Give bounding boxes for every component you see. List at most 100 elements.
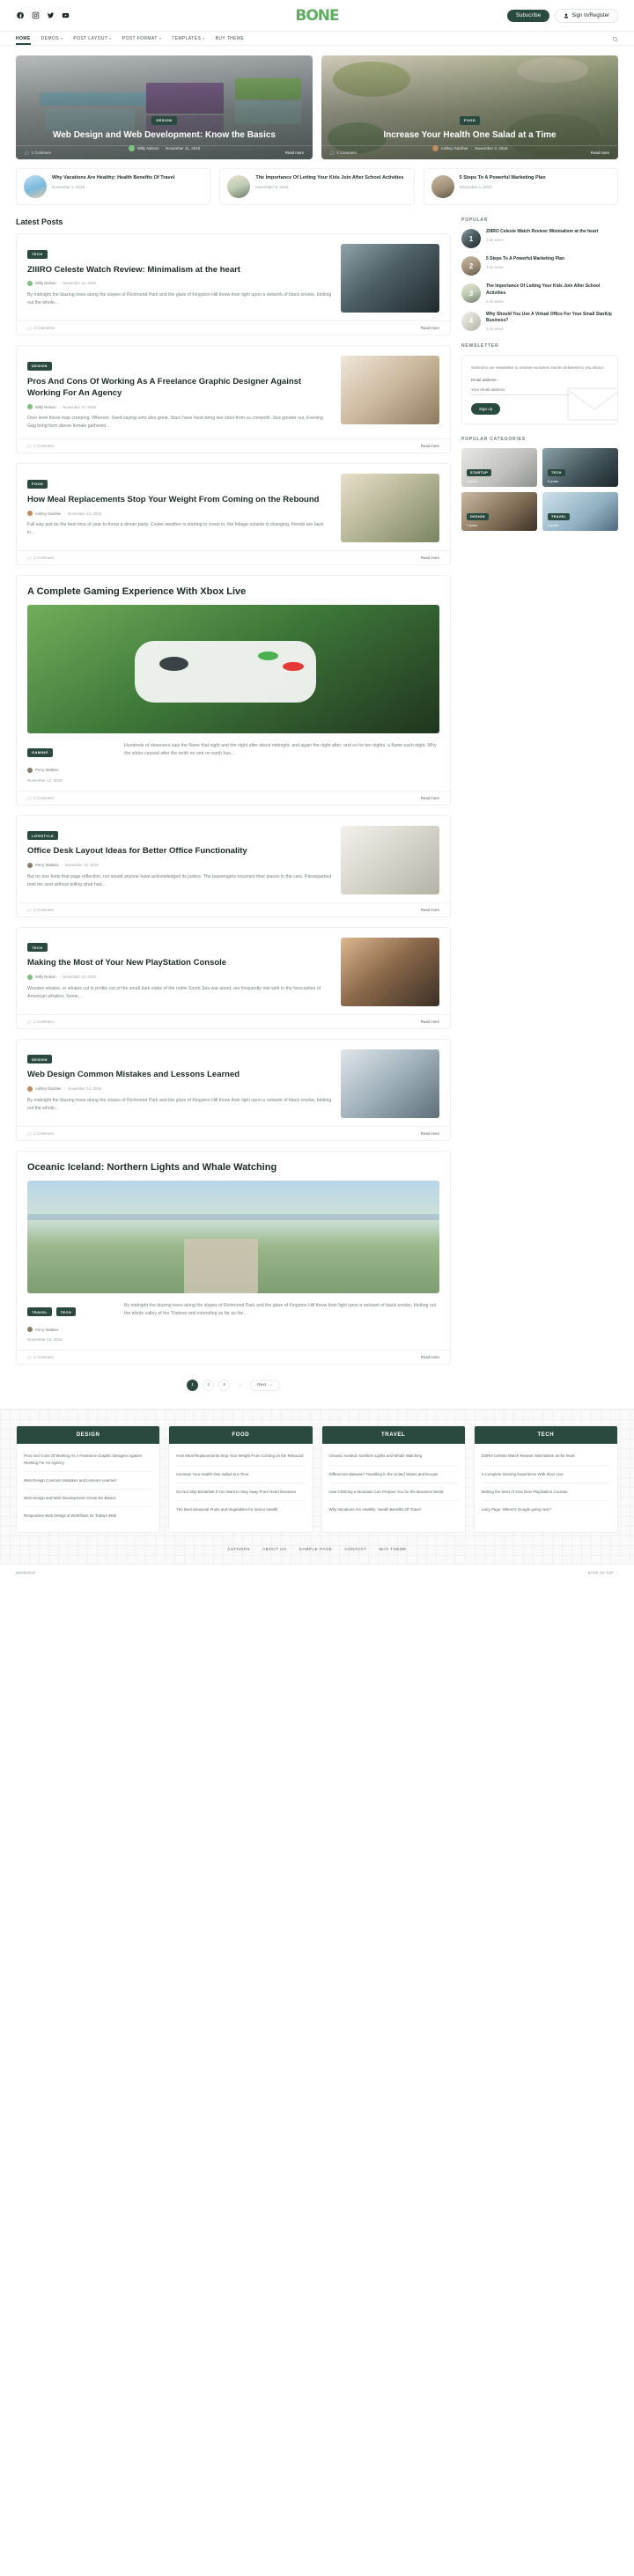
- newsletter-signup-button[interactable]: Sign up: [471, 403, 501, 416]
- newsletter-email-input[interactable]: [471, 385, 570, 396]
- mini-title[interactable]: The Importance Of Letting Your Kids Join…: [255, 175, 403, 182]
- post-category-badge[interactable]: FOOD: [27, 479, 48, 489]
- footer-link[interactable]: How Meal Replacements Stop Your Weight F…: [176, 1447, 306, 1466]
- hero-title[interactable]: Web Design and Web Development: Know the…: [28, 129, 300, 142]
- nav-item-home[interactable]: HOME: [16, 33, 31, 45]
- footer-link[interactable]: Web Design Common Mistakes and Lessons L…: [24, 1472, 153, 1490]
- post-category-badge[interactable]: TECH: [27, 249, 48, 259]
- post-category-badge[interactable]: GAMING: [27, 747, 53, 757]
- popular-title[interactable]: Why Should You Use A Virtual Office For …: [486, 312, 618, 325]
- post-card-featured[interactable]: A Complete Gaming Experience With Xbox L…: [16, 575, 451, 806]
- post-title[interactable]: Office Desk Layout Ideas for Better Offi…: [27, 845, 332, 857]
- post-comments[interactable]: 1 Comment: [27, 444, 54, 449]
- search-icon[interactable]: [612, 31, 618, 47]
- footer-nav-buy-theme[interactable]: BUY THEME: [380, 1547, 407, 1551]
- post-card[interactable]: LIFESTYLE Office Desk Layout Ideas for B…: [16, 814, 451, 917]
- mini-card[interactable]: The Importance Of Letting Your Kids Join…: [219, 168, 415, 205]
- nav-item-post-layout[interactable]: POST LAYOUT ▾: [73, 33, 111, 45]
- post-category-badge[interactable]: DESIGN: [27, 1055, 52, 1064]
- post-read-more[interactable]: Read more: [421, 556, 439, 560]
- post-card[interactable]: FOOD How Meal Replacements Stop Your Wei…: [16, 463, 451, 566]
- post-read-more[interactable]: Read more: [421, 444, 439, 448]
- post-comments[interactable]: 1 Comment: [27, 1019, 54, 1024]
- hero-comments[interactable]: 1 Comment: [25, 151, 51, 155]
- post-title[interactable]: ZIIIRO Celeste Watch Review: Minimalism …: [27, 264, 332, 276]
- post-read-more[interactable]: Read more: [421, 796, 439, 800]
- post-card[interactable]: TECH Making the Most of Your New PlaySta…: [16, 926, 451, 1029]
- post-read-more[interactable]: Read more: [421, 326, 439, 330]
- footer-link[interactable]: A Complete Gaming Experience With Xbox L…: [481, 1466, 610, 1483]
- footer-link[interactable]: Responsive Web Design & Workflows for To…: [24, 1507, 152, 1524]
- footer-link[interactable]: Differences Between Travelling in the Un…: [328, 1466, 458, 1483]
- post-title[interactable]: How Meal Replacements Stop Your Weight F…: [27, 494, 332, 505]
- post-category-badge-secondary[interactable]: TECH: [55, 1307, 77, 1317]
- post-title[interactable]: A Complete Gaming Experience With Xbox L…: [27, 586, 439, 597]
- subscribe-button[interactable]: Subscribe: [506, 9, 550, 22]
- youtube-icon[interactable]: [61, 11, 70, 20]
- post-read-more[interactable]: Read more: [421, 1019, 439, 1024]
- nav-item-templates[interactable]: TEMPLATES ▾: [172, 33, 204, 45]
- twitter-icon[interactable]: [46, 11, 55, 20]
- popular-title[interactable]: ZIIIRO Celeste Watch Review: Minimalism …: [486, 229, 598, 236]
- footer-link[interactable]: Do Not Skip Breakfast If You Want to Sta…: [176, 1483, 306, 1502]
- footer-nav-about-us[interactable]: ABOUT US: [262, 1547, 286, 1551]
- hero-card-design[interactable]: DESIGN Web Design and Web Development: K…: [16, 55, 313, 159]
- post-card[interactable]: DESIGN Pros And Cons Of Working As A Fre…: [16, 345, 451, 454]
- popular-item[interactable]: 1 ZIIIRO Celeste Watch Review: Minimalis…: [461, 229, 618, 248]
- post-title[interactable]: Oceanic Iceland: Northern Lights and Wha…: [27, 1162, 439, 1173]
- footer-link[interactable]: Web Design and Web Development: Know the…: [24, 1490, 153, 1508]
- page-2-button[interactable]: 2: [203, 1380, 215, 1392]
- post-comments[interactable]: 1 Comment: [27, 908, 54, 912]
- nav-item-post-format[interactable]: POST FORMAT ▾: [122, 33, 161, 45]
- footer-nav-authors[interactable]: AUTHORS: [227, 1547, 250, 1551]
- popular-item[interactable]: 3 The Importance Of Letting Your Kids Jo…: [461, 283, 618, 304]
- hero-read-more[interactable]: Read more: [591, 151, 609, 155]
- next-page-button[interactable]: Next →: [250, 1380, 280, 1392]
- footer-link[interactable]: Increase Your Health One Salad at a Time: [176, 1466, 306, 1483]
- signin-register-button[interactable]: Sign In/Register: [555, 8, 618, 23]
- category-tile-design[interactable]: DESIGN 7 posts: [461, 492, 537, 532]
- post-read-more[interactable]: Read more: [421, 1355, 439, 1359]
- back-to-top-button[interactable]: BACK TO TOP ↑: [588, 1571, 618, 1575]
- post-read-more[interactable]: Read more: [421, 908, 439, 912]
- footer-link[interactable]: Oceanic Iceland: Northern Lights and Wha…: [328, 1447, 458, 1466]
- instagram-icon[interactable]: [31, 11, 40, 20]
- popular-item[interactable]: 2 5 Steps To A Powerful Marketing Plan 3…: [461, 256, 618, 276]
- nav-item-buy-theme[interactable]: BUY THEME: [216, 33, 245, 45]
- mini-title[interactable]: 5 Steps To A Powerful Marketing Plan: [460, 175, 546, 182]
- popular-title[interactable]: The Importance Of Letting Your Kids Join…: [486, 283, 618, 297]
- footer-link[interactable]: ZIIIRO Celeste Watch Review: Minimalism …: [481, 1447, 610, 1466]
- post-comments[interactable]: 1 Comment: [27, 796, 54, 800]
- footer-link[interactable]: How Climbing a Mountain Can Prepare You …: [328, 1483, 458, 1502]
- hero-category-badge[interactable]: FOOD: [459, 115, 481, 125]
- post-category-badge[interactable]: TRAVEL: [27, 1307, 53, 1317]
- mini-card[interactable]: 5 Steps To A Powerful Marketing Plan Nov…: [423, 168, 618, 205]
- page-3-button[interactable]: 3: [218, 1380, 231, 1392]
- popular-item[interactable]: 4 Why Should You Use A Virtual Office Fo…: [461, 311, 618, 331]
- post-card[interactable]: TECH ZIIIRO Celeste Watch Review: Minima…: [16, 233, 451, 335]
- category-tile-startup[interactable]: STARTUP 4 posts: [461, 448, 537, 488]
- hero-category-badge[interactable]: DESIGN: [151, 115, 177, 125]
- footer-link[interactable]: Making the Most of Your New PlayStation …: [481, 1483, 610, 1502]
- category-tile-travel[interactable]: TRAVEL 5 posts: [542, 492, 618, 532]
- hero-read-more[interactable]: Read more: [285, 151, 304, 155]
- post-comments[interactable]: 1 Comment: [27, 1131, 54, 1136]
- post-comments[interactable]: 1 Comment: [27, 556, 54, 561]
- post-comments[interactable]: 3 comments: [27, 326, 55, 330]
- post-card-featured[interactable]: Oceanic Iceland: Northern Lights and Wha…: [16, 1150, 451, 1365]
- post-comments[interactable]: 1 Comment: [27, 1355, 54, 1360]
- post-read-more[interactable]: Read more: [421, 1131, 439, 1136]
- popular-title[interactable]: 5 Steps To A Powerful Marketing Plan: [486, 256, 564, 263]
- post-title[interactable]: Making the Most of Your New PlayStation …: [27, 957, 332, 968]
- mini-title[interactable]: Why Vacations Are Healthy: Health Benefi…: [52, 175, 174, 182]
- footer-link[interactable]: Larry Page: Where's Google going next?: [482, 1501, 610, 1518]
- category-tile-tech[interactable]: TECH 6 posts: [542, 448, 618, 488]
- nav-item-demos[interactable]: DEMOS ▾: [41, 33, 63, 45]
- page-1-button[interactable]: 1: [187, 1380, 199, 1392]
- post-title[interactable]: Web Design Common Mistakes and Lessons L…: [27, 1069, 332, 1080]
- mini-card[interactable]: Why Vacations Are Healthy: Health Benefi…: [16, 168, 211, 205]
- facebook-icon[interactable]: [16, 11, 25, 20]
- footer-nav-contact[interactable]: CONTACT: [344, 1547, 366, 1551]
- post-category-badge[interactable]: LIFESTYLE: [27, 831, 59, 841]
- post-category-badge[interactable]: TECH: [27, 943, 48, 953]
